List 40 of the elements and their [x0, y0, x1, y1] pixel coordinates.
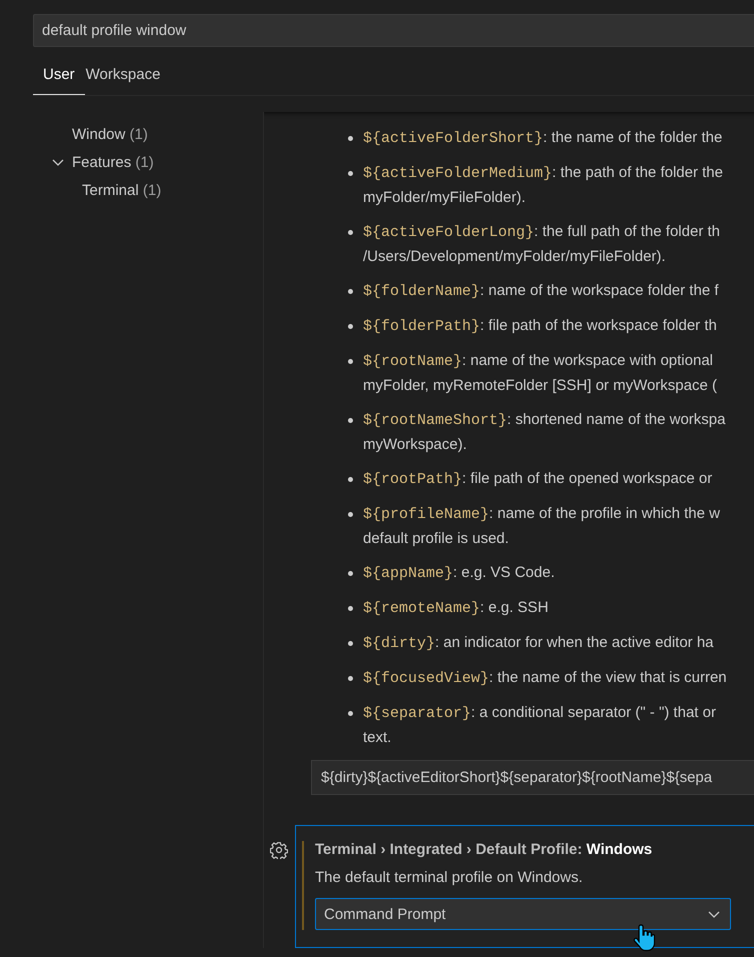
variable-description: ${dirty}: an indicator for when the active editor ha	[363, 633, 714, 654]
setting-title: Terminal › Integrated › Default Profile: Windows	[315, 841, 654, 858]
tree-item[interactable]: Window (1)	[72, 126, 148, 142]
bullet-icon	[348, 711, 353, 716]
tab[interactable]: Workspace	[86, 66, 160, 95]
variable-description: ${folderName}: name of the workspace folder the f	[363, 281, 718, 302]
bullet-icon	[348, 477, 353, 482]
tab[interactable]: User	[33, 66, 85, 95]
setting-description: The default terminal profile on Windows.	[315, 869, 584, 886]
bullet-icon	[348, 641, 353, 646]
bullet-icon	[348, 171, 353, 176]
tree-item[interactable]: Features (1)	[72, 154, 154, 170]
variable-description: ${activeFolderShort}: the name of the folder the	[363, 128, 722, 149]
bullet-icon	[348, 571, 353, 576]
bullet-icon	[348, 606, 353, 611]
variable-description: ${activeFolderLong}: the full path of the folder th /Users/Development/myFolder/myFileFolder).	[363, 222, 720, 267]
variable-description: ${focusedView}: the name of the view that is curren	[363, 668, 727, 689]
bullet-icon	[348, 418, 353, 423]
bullet-icon	[348, 512, 353, 517]
bullet-icon	[348, 136, 353, 141]
variable-description: ${rootName}: name of the workspace with optional myFolder, myRemoteFolder [SSH] or myWorkspace (	[363, 351, 717, 396]
gear-icon[interactable]	[270, 841, 288, 859]
variable-description: ${appName}: e.g. VS Code.	[363, 563, 555, 584]
bullet-icon	[348, 324, 353, 329]
variable-description: ${rootPath}: file path of the opened workspace or	[363, 469, 712, 490]
bullet-icon	[348, 230, 353, 235]
search-field[interactable]: default profile window	[33, 14, 754, 47]
variable-description: ${folderPath}: file path of the workspace folder th	[363, 316, 717, 337]
variable-description: ${separator}: a conditional separator (" - ") that or text.	[363, 703, 716, 748]
variable-description: ${rootNameShort}: shortened name of the workspa myWorkspace).	[363, 410, 726, 455]
tree-item[interactable]: Terminal (1)	[82, 182, 162, 198]
hand-cursor-icon	[633, 923, 655, 953]
bullet-icon	[348, 359, 353, 364]
bullet-icon	[348, 676, 353, 681]
profile-dropdown[interactable]: Command Prompt	[315, 898, 731, 930]
variable-description: ${profileName}: name of the profile in which the w default profile is used.	[363, 504, 720, 549]
variable-description: ${remoteName}: e.g. SSH	[363, 598, 548, 619]
title-format-field[interactable]: ${dirty}${activeEditorShort}${separator}${rootName}${sepa	[311, 760, 754, 795]
variable-description: ${activeFolderMedium}: the path of the folder the myFolder/myFileFolder).	[363, 163, 723, 208]
bullet-icon	[348, 289, 353, 294]
